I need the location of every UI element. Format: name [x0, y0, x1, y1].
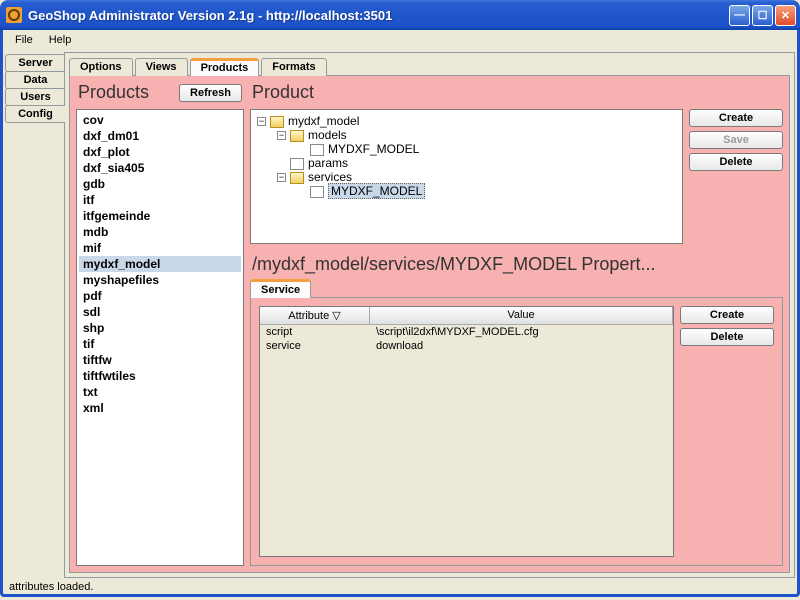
products-heading: Products: [78, 82, 149, 103]
tree-root[interactable]: mydxf_model: [288, 114, 359, 128]
product-list-item[interactable]: itfgemeinde: [79, 208, 241, 224]
product-list-item[interactable]: mdb: [79, 224, 241, 240]
cell-attr: service: [260, 339, 370, 353]
tree-params[interactable]: params: [308, 156, 348, 170]
properties-title: /mydxf_model/services/MYDXF_MODEL Proper…: [250, 254, 783, 275]
tree-toggle-icon[interactable]: −: [277, 173, 286, 182]
tree-models[interactable]: models: [308, 128, 347, 142]
product-list-item[interactable]: cov: [79, 112, 241, 128]
menu-file[interactable]: File: [7, 32, 41, 48]
vtab-config[interactable]: Config: [5, 105, 65, 123]
vtab-data[interactable]: Data: [5, 71, 65, 89]
table-row[interactable]: servicedownload: [260, 339, 673, 353]
product-list-item[interactable]: mydxf_model: [79, 256, 241, 272]
vtab-users[interactable]: Users: [5, 88, 65, 106]
properties-table[interactable]: Attribute ▽ Value script\script\il2dxf\M…: [259, 306, 674, 557]
product-list-item[interactable]: mif: [79, 240, 241, 256]
menu-bar: File Help: [0, 30, 800, 50]
htab-products[interactable]: Products: [190, 58, 260, 76]
product-list-item[interactable]: itf: [79, 192, 241, 208]
table-row[interactable]: script\script\il2dxf\MYDXF_MODEL.cfg: [260, 325, 673, 339]
htab-options[interactable]: Options: [69, 58, 133, 76]
vtab-server[interactable]: Server: [5, 54, 65, 72]
status-bar: attributes loaded.: [0, 580, 800, 597]
tree-services[interactable]: services: [308, 170, 352, 184]
col-attribute[interactable]: Attribute ▽: [260, 307, 370, 324]
refresh-button[interactable]: Refresh: [179, 84, 242, 102]
product-list-item[interactable]: gdb: [79, 176, 241, 192]
product-list-item[interactable]: tif: [79, 336, 241, 352]
file-icon: [310, 186, 324, 198]
product-tree[interactable]: −mydxf_model −models MYDXF_MODEL params: [250, 109, 683, 244]
top-tabs: Options Views Products Formats: [65, 53, 794, 75]
tree-toggle-icon[interactable]: −: [277, 131, 286, 140]
htab-views[interactable]: Views: [135, 58, 188, 76]
product-list-item[interactable]: tiftfw: [79, 352, 241, 368]
tab-service[interactable]: Service: [250, 279, 311, 298]
col-value[interactable]: Value: [370, 307, 673, 324]
product-delete-button[interactable]: Delete: [689, 153, 783, 171]
app-icon: [6, 7, 22, 23]
htab-formats[interactable]: Formats: [261, 58, 326, 76]
product-list-item[interactable]: tiftfwtiles: [79, 368, 241, 384]
cell-attr: script: [260, 325, 370, 339]
menu-help[interactable]: Help: [41, 32, 80, 48]
cell-val: download: [370, 339, 673, 353]
product-list-item[interactable]: dxf_plot: [79, 144, 241, 160]
close-button[interactable]: ✕: [775, 5, 796, 26]
file-icon: [310, 144, 324, 156]
minimize-button[interactable]: —: [729, 5, 750, 26]
product-create-button[interactable]: Create: [689, 109, 783, 127]
tree-toggle-icon[interactable]: −: [257, 117, 266, 126]
maximize-button[interactable]: ☐: [752, 5, 773, 26]
side-tabs: Server Data Users Config: [5, 52, 65, 578]
folder-icon: [270, 116, 284, 128]
folder-icon: [290, 172, 304, 184]
props-create-button[interactable]: Create: [680, 306, 774, 324]
product-list-item[interactable]: xml: [79, 400, 241, 416]
product-heading: Product: [250, 82, 783, 103]
cell-val: \script\il2dxf\MYDXF_MODEL.cfg: [370, 325, 673, 339]
product-list-item[interactable]: shp: [79, 320, 241, 336]
product-list-item[interactable]: myshapefiles: [79, 272, 241, 288]
file-icon: [290, 158, 304, 170]
tree-models-child[interactable]: MYDXF_MODEL: [328, 142, 419, 156]
product-list-item[interactable]: dxf_sia405: [79, 160, 241, 176]
folder-icon: [290, 130, 304, 142]
title-bar: GeoShop Administrator Version 2.1g - htt…: [0, 0, 800, 30]
product-list-item[interactable]: dxf_dm01: [79, 128, 241, 144]
tree-services-child[interactable]: MYDXF_MODEL: [328, 183, 425, 199]
props-delete-button[interactable]: Delete: [680, 328, 774, 346]
window-title: GeoShop Administrator Version 2.1g - htt…: [26, 8, 729, 23]
product-list-item[interactable]: sdl: [79, 304, 241, 320]
product-list-item[interactable]: txt: [79, 384, 241, 400]
products-list[interactable]: covdxf_dm01dxf_plotdxf_sia405gdbitfitfge…: [76, 109, 244, 566]
product-list-item[interactable]: pdf: [79, 288, 241, 304]
product-save-button: Save: [689, 131, 783, 149]
